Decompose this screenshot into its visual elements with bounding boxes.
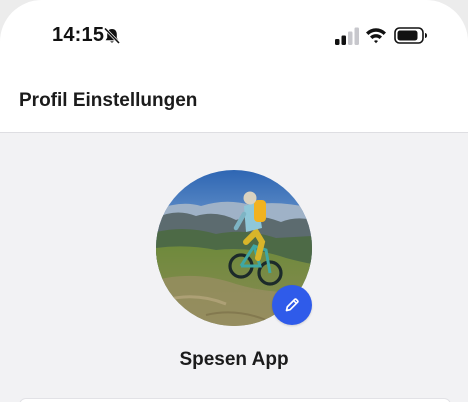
pencil-icon <box>285 298 299 312</box>
battery-icon <box>394 27 427 44</box>
status-time: 14:15 <box>52 24 105 46</box>
profile-name: Spesen App <box>179 349 289 370</box>
bell-slash-icon <box>103 27 121 45</box>
top-bar: 14:15 Profil Einstellungen <box>0 0 468 133</box>
edit-avatar-button[interactable] <box>272 285 312 325</box>
page-title: Profil Einstellungen <box>19 90 198 111</box>
phone-screen: 14:15 Profil Einstellungen Spesen App <box>0 0 468 402</box>
cellular-signal-icon <box>335 27 359 45</box>
settings-card <box>19 398 451 402</box>
wifi-icon <box>366 28 386 44</box>
